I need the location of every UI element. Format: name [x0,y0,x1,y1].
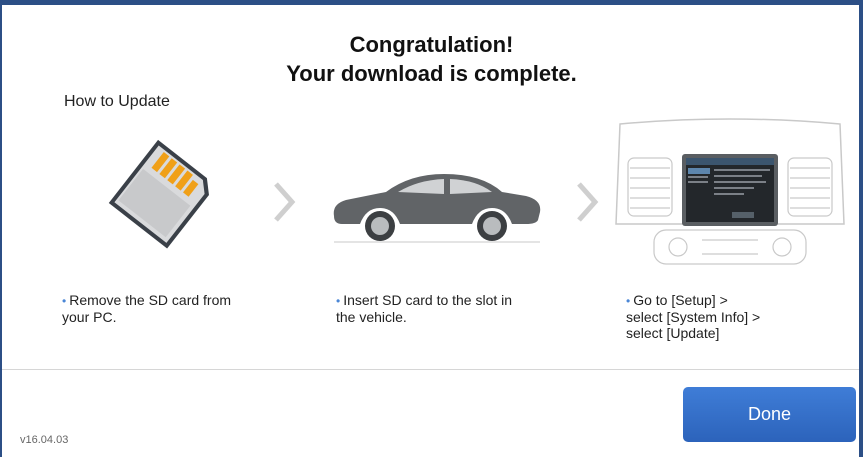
done-button[interactable]: Done [683,387,856,442]
page-title: Congratulation! Your download is complet… [0,30,863,88]
step-3-line-2: select [System Info] > [626,309,761,325]
step-3-instruction: • Go to [Setup] > select [System Info] > … [626,292,760,341]
chevron-right-icon [274,182,296,222]
step-2-instruction: • Insert SD card to the slot in the vehic… [336,292,512,325]
bullet-icon: • [626,294,631,308]
sd-card-icon [108,139,209,249]
car-icon [333,174,541,243]
step-3-line-3: select [Update] [626,325,720,341]
update-complete-dialog: Congratulation! Your download is complet… [0,0,863,457]
title-line-1: Congratulation! [349,32,514,57]
bullet-icon: • [62,294,67,308]
car-dashboard-screen-icon [615,118,845,265]
how-to-update-label: How to Update [64,93,170,110]
step-2-line-1: Insert SD card to the slot in [343,292,513,308]
chevron-right-icon [577,182,599,222]
step-1-line-2: your PC. [62,309,117,325]
step-2-line-2: the vehicle. [336,309,407,325]
step-1-line-1: Remove the SD card from [69,292,232,308]
step-3-line-1: Go to [Setup] > [633,292,728,308]
window-top-border [0,0,863,5]
footer-divider [2,369,859,370]
bullet-icon: • [336,294,341,308]
step-1-instruction: • Remove the SD card from your PC. [62,292,231,325]
version-label: v16.04.03 [20,434,69,446]
title-line-2: Your download is complete. [286,61,577,86]
